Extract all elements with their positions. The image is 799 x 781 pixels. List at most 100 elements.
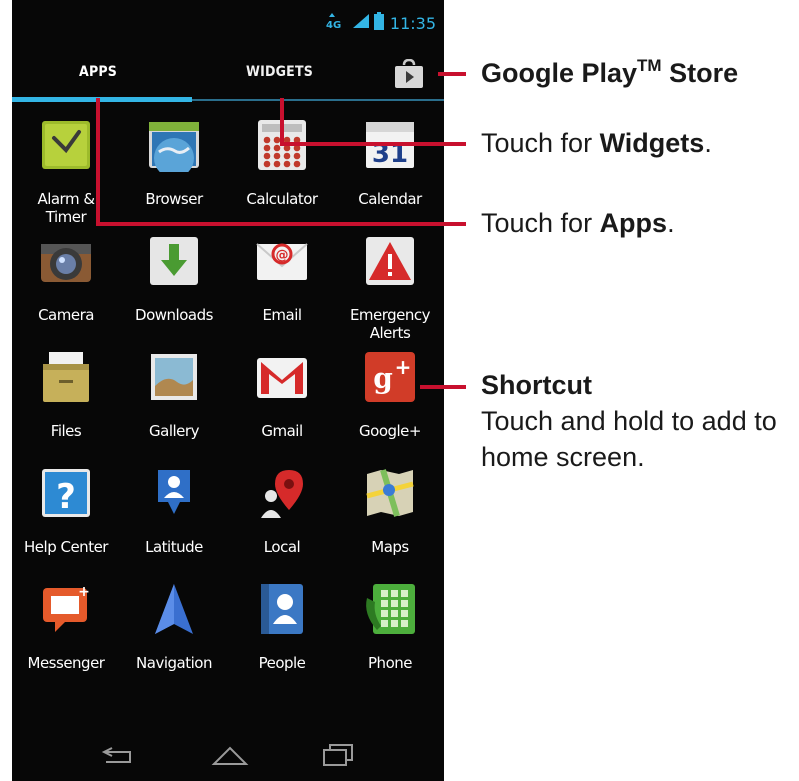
tab-bar: APPS WIDGETS	[12, 48, 444, 104]
map-icon[interactable]	[363, 466, 417, 520]
app-maps[interactable]: Maps	[336, 466, 444, 578]
app-label: Latitude	[145, 538, 203, 556]
apps-callout-line	[96, 222, 466, 226]
status-time: 11:35	[389, 13, 436, 33]
app-local[interactable]: Local	[228, 466, 336, 578]
shortcut-callout-title: Shortcut	[481, 370, 592, 400]
app-label: Help Center	[24, 538, 108, 556]
app-label: Phone	[368, 654, 412, 672]
app-label: Camera	[38, 306, 94, 324]
widgets-callout-line-vertical	[280, 98, 284, 146]
widgets-callout-prefix: Touch for	[481, 128, 600, 158]
signal-strength-icon	[352, 13, 370, 34]
app-gallery[interactable]: Gallery	[120, 350, 228, 462]
apps-callout-bold: Apps	[599, 208, 668, 238]
app-label: Files	[50, 422, 82, 440]
status-icons: 4G 11:35	[326, 11, 436, 35]
file-cabinet-icon[interactable]	[39, 350, 93, 404]
chat-bubble-icon[interactable]: +	[39, 582, 93, 636]
network-type-label: 4G	[326, 20, 341, 30]
apps-callout-line-vertical	[96, 98, 100, 226]
gmail-envelope-icon[interactable]	[255, 350, 309, 404]
tab-widgets[interactable]: WIDGETS	[246, 64, 313, 80]
shortcut-callout-line1: Touch and hold to add to	[481, 406, 777, 436]
widgets-callout-suffix: .	[704, 128, 712, 158]
svg-text:?: ?	[56, 477, 76, 517]
google-plus-icon[interactable]: g +	[363, 350, 417, 404]
envelope-icon[interactable]: @	[255, 234, 309, 288]
shortcut-callout-line2: home screen.	[481, 442, 645, 472]
store-callout-text: Google PlayTM Store	[481, 56, 739, 89]
app-label: Browser	[145, 190, 203, 208]
phone-screen: 4G 11:35 APPS WIDGETS Alarm & Timer Brow…	[12, 0, 444, 781]
app-google[interactable]: g + Google+	[336, 350, 444, 462]
app-email[interactable]: @ Email	[228, 234, 336, 346]
apps-callout-text: Touch for Apps.	[481, 208, 675, 239]
widgets-callout-bold: Widgets	[599, 128, 705, 158]
app-label: Gallery	[149, 422, 199, 440]
svg-text:+: +	[395, 355, 412, 379]
store-callout-title-end: Store	[661, 58, 739, 88]
home-icon[interactable]	[210, 742, 250, 768]
photo-icon[interactable]	[147, 350, 201, 404]
app-latitude[interactable]: Latitude	[120, 466, 228, 578]
shortcut-callout-line	[420, 385, 466, 389]
globe-icon[interactable]	[147, 118, 201, 178]
camera-icon[interactable]	[39, 234, 93, 288]
app-label: Maps	[371, 538, 409, 556]
navigation-arrow-icon[interactable]	[147, 582, 201, 636]
app-label: Calendar	[358, 190, 422, 208]
app-help-center[interactable]: ? Help Center	[12, 466, 120, 578]
app-calendar[interactable]: 31 Calendar	[336, 118, 444, 230]
app-label: Alarm & Timer	[37, 190, 95, 226]
app-alarm-timer[interactable]: Alarm & Timer	[12, 118, 120, 230]
tab-apps[interactable]: APPS	[79, 64, 117, 80]
navigation-bar	[12, 728, 444, 781]
store-callout-line	[438, 72, 466, 76]
apps-callout-suffix: .	[667, 208, 675, 238]
widgets-callout-line	[280, 142, 466, 146]
app-label: People	[258, 654, 306, 672]
app-people[interactable]: People	[228, 582, 336, 694]
app-label: Gmail	[261, 422, 303, 440]
app-browser[interactable]: Browser	[120, 118, 228, 230]
4g-network-icon: 4G	[326, 12, 348, 35]
download-arrow-icon[interactable]	[147, 234, 201, 288]
app-files[interactable]: Files	[12, 350, 120, 462]
app-label: Google+	[359, 422, 421, 440]
svg-text:+: +	[78, 584, 90, 600]
battery-icon	[373, 11, 384, 35]
recent-apps-icon[interactable]	[318, 742, 358, 768]
app-label: Email	[262, 306, 302, 324]
app-emergency-alerts[interactable]: Emergency Alerts	[336, 234, 444, 346]
app-label: Emergency Alerts	[349, 306, 431, 342]
app-label: Calculator	[246, 190, 318, 208]
app-label: Messenger	[27, 654, 105, 672]
app-label: Downloads	[135, 306, 213, 324]
app-messenger[interactable]: + Messenger	[12, 582, 120, 694]
warning-triangle-icon[interactable]	[363, 234, 417, 288]
app-label: Navigation	[136, 654, 212, 672]
latitude-pin-icon[interactable]	[147, 466, 201, 520]
svg-text:g: g	[373, 362, 393, 395]
app-phone[interactable]: Phone	[336, 582, 444, 694]
back-icon[interactable]	[100, 742, 140, 768]
phone-keypad-icon[interactable]	[363, 582, 417, 636]
alarm-clock-icon[interactable]	[39, 118, 93, 172]
widgets-callout-text: Touch for Widgets.	[481, 128, 712, 159]
apps-callout-prefix: Touch for	[481, 208, 600, 238]
status-bar: 4G 11:35	[12, 0, 444, 40]
map-pin-icon[interactable]	[255, 466, 309, 520]
trademark-mark: TM	[637, 56, 662, 75]
app-navigation[interactable]: Navigation	[120, 582, 228, 694]
google-play-store-icon[interactable]	[392, 58, 426, 89]
store-callout-title: Google Play	[481, 58, 638, 88]
tab-selected-indicator	[12, 97, 192, 102]
svg-text:@: @	[276, 248, 289, 263]
app-gmail[interactable]: Gmail	[228, 350, 336, 462]
app-camera[interactable]: Camera	[12, 234, 120, 346]
app-label: Local	[263, 538, 301, 556]
contact-book-icon[interactable]	[255, 582, 309, 636]
app-downloads[interactable]: Downloads	[120, 234, 228, 346]
question-mark-icon[interactable]: ?	[39, 466, 93, 520]
